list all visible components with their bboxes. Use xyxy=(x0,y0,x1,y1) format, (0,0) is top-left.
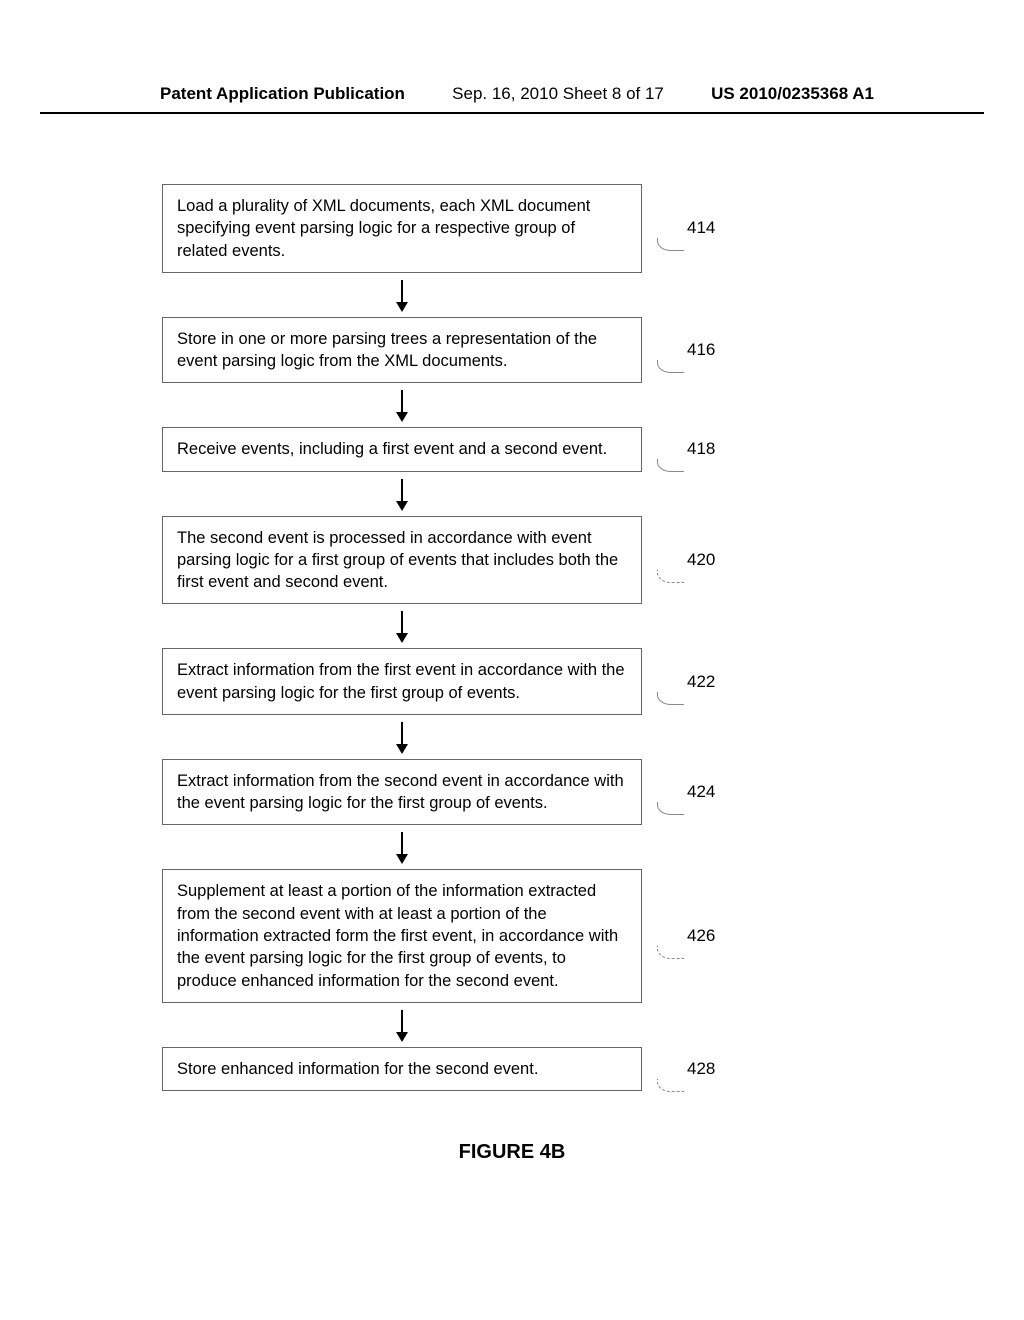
page-header: Patent Application Publication Sep. 16, … xyxy=(40,0,984,114)
ref-number: 426 xyxy=(687,926,715,946)
arrow xyxy=(162,715,642,759)
ref-number: 416 xyxy=(687,340,715,360)
sheet-info: Sep. 16, 2010 Sheet 8 of 17 xyxy=(452,84,664,104)
step-text: Receive events, including a first event … xyxy=(177,440,607,458)
flow-step: Supplement at least a portion of the inf… xyxy=(162,869,862,1002)
arrow xyxy=(162,273,642,317)
ref-number: 424 xyxy=(687,782,715,802)
step-box-418: Receive events, including a first event … xyxy=(162,427,642,471)
arrow xyxy=(162,383,642,427)
step-text: The second event is processed in accorda… xyxy=(177,529,618,592)
step-box-420: The second event is processed in accorda… xyxy=(162,516,642,605)
figure-caption: FIGURE 4B xyxy=(0,1141,1024,1164)
ref-number: 428 xyxy=(687,1059,715,1079)
flow-step: Extract information from the first event… xyxy=(162,648,862,715)
ref-number: 418 xyxy=(687,439,715,459)
flow-step: Store enhanced information for the secon… xyxy=(162,1047,862,1091)
step-box-416: Store in one or more parsing trees a rep… xyxy=(162,317,642,384)
ref-number: 414 xyxy=(687,218,715,238)
step-text: Load a plurality of XML documents, each … xyxy=(177,197,590,260)
publication-number: US 2010/0235368 A1 xyxy=(711,84,874,104)
flow-step: Extract information from the second even… xyxy=(162,759,862,826)
step-text: Extract information from the second even… xyxy=(177,772,624,812)
flow-step: Receive events, including a first event … xyxy=(162,427,862,471)
step-text: Extract information from the first event… xyxy=(177,661,625,701)
arrow xyxy=(162,825,642,869)
step-text: Store enhanced information for the secon… xyxy=(177,1060,538,1078)
flowchart: Load a plurality of XML documents, each … xyxy=(162,184,862,1091)
arrow xyxy=(162,604,642,648)
step-text: Supplement at least a portion of the inf… xyxy=(177,882,618,989)
ref-number: 422 xyxy=(687,672,715,692)
flow-step: Load a plurality of XML documents, each … xyxy=(162,184,862,273)
publication-title: Patent Application Publication xyxy=(160,84,405,104)
flow-step: The second event is processed in accorda… xyxy=(162,516,862,605)
arrow xyxy=(162,1003,642,1047)
step-text: Store in one or more parsing trees a rep… xyxy=(177,330,597,370)
step-box-424: Extract information from the second even… xyxy=(162,759,642,826)
step-box-426: Supplement at least a portion of the inf… xyxy=(162,869,642,1002)
arrow xyxy=(162,472,642,516)
ref-number: 420 xyxy=(687,550,715,570)
flow-step: Store in one or more parsing trees a rep… xyxy=(162,317,862,384)
step-box-414: Load a plurality of XML documents, each … xyxy=(162,184,642,273)
step-box-428: Store enhanced information for the secon… xyxy=(162,1047,642,1091)
step-box-422: Extract information from the first event… xyxy=(162,648,642,715)
